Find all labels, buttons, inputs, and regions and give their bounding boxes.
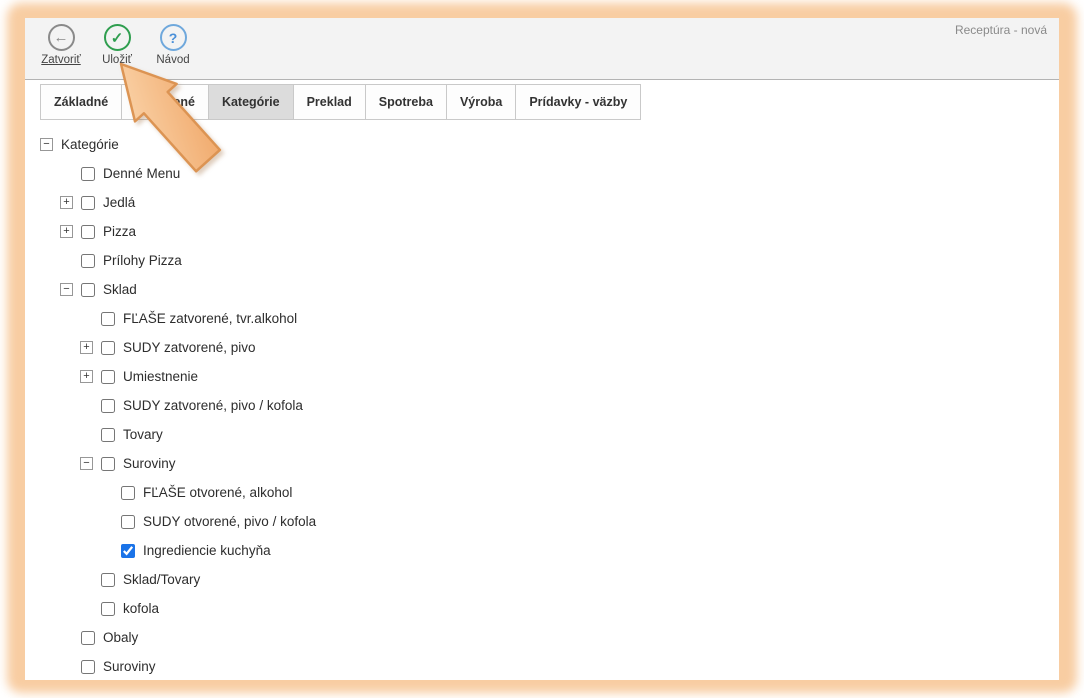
tree-item-label[interactable]: Tovary — [123, 427, 163, 442]
expand-icon[interactable] — [80, 370, 93, 383]
question-icon: ? — [160, 24, 187, 51]
tree-checkbox[interactable] — [81, 631, 95, 645]
tree-row: SUDY zatvorené, pivo / kofola — [25, 391, 1059, 420]
tree-row: Tovary — [25, 420, 1059, 449]
expand-icon[interactable] — [60, 225, 73, 238]
tree-checkbox[interactable] — [101, 457, 115, 471]
page-title: Receptúra - nová — [955, 23, 1047, 37]
tree-checkbox[interactable] — [101, 602, 115, 616]
tree-item-label[interactable]: Ingrediencie kuchyňa — [143, 543, 271, 558]
tree-row: Kategórie — [25, 130, 1059, 159]
tree-checkbox[interactable] — [101, 428, 115, 442]
tree-item-label[interactable]: FĽAŠE zatvorené, tvr.alkohol — [123, 311, 297, 326]
tree-checkbox[interactable] — [101, 573, 115, 587]
expand-icon[interactable] — [60, 196, 73, 209]
tab-bar: Základné Rozšírené Kategórie Preklad Spo… — [40, 84, 1059, 120]
tree-item-label[interactable]: Sklad/Tovary — [123, 572, 200, 587]
toolbar: ← Zatvoriť ✓ Uložiť ? Návod Receptúra - … — [25, 18, 1059, 80]
tree-item-label[interactable]: Suroviny — [103, 659, 156, 674]
tree-item-label[interactable]: Prílohy Pizza — [103, 253, 182, 268]
tree-checkbox[interactable] — [121, 486, 135, 500]
tree-item-label[interactable]: Umiestnenie — [123, 369, 198, 384]
tree-row: SUDY otvorené, pivo / kofola — [25, 507, 1059, 536]
tree-row: Umiestnenie — [25, 362, 1059, 391]
tree-row: kofola — [25, 594, 1059, 623]
tree-item-label[interactable]: Jedlá — [103, 195, 135, 210]
help-button[interactable]: ? Návod — [145, 24, 201, 66]
close-button[interactable]: ← Zatvoriť — [33, 24, 89, 66]
tree-item-label[interactable]: Pizza — [103, 224, 136, 239]
tree-row: Suroviny — [25, 652, 1059, 681]
tree-row: SUDY zatvorené, pivo — [25, 333, 1059, 362]
save-button[interactable]: ✓ Uložiť — [89, 24, 145, 66]
tab-vyroba[interactable]: Výroba — [446, 84, 516, 120]
tree-checkbox[interactable] — [81, 254, 95, 268]
tree-item-label[interactable]: kofola — [123, 601, 159, 616]
tree-checkbox[interactable] — [81, 167, 95, 181]
tab-pridavky-vazby[interactable]: Prídavky - väzby — [515, 84, 641, 120]
tree-item-label[interactable]: Suroviny — [123, 456, 176, 471]
tab-preklad[interactable]: Preklad — [293, 84, 366, 120]
category-tree: Kategórie Denné Menu Jedlá Pizza Prílohy… — [25, 130, 1059, 681]
tree-row: FĽAŠE zatvorené, tvr.alkohol — [25, 304, 1059, 333]
tree-checkbox[interactable] — [101, 399, 115, 413]
tree-row: Suroviny — [25, 449, 1059, 478]
check-icon: ✓ — [104, 24, 131, 51]
tree-checkbox[interactable] — [101, 312, 115, 326]
tree-item-label[interactable]: Sklad — [103, 282, 137, 297]
close-button-label: Zatvoriť — [41, 54, 80, 66]
collapse-icon[interactable] — [40, 138, 53, 151]
tree-row: Jedlá — [25, 188, 1059, 217]
tree-row: Ingrediencie kuchyňa — [25, 536, 1059, 565]
tree-row: Obaly — [25, 623, 1059, 652]
tree-checkbox[interactable] — [81, 196, 95, 210]
tree-row: Pizza — [25, 217, 1059, 246]
collapse-icon[interactable] — [80, 457, 93, 470]
tree-item-label[interactable]: SUDY zatvorené, pivo / kofola — [123, 398, 303, 413]
tree-row: FĽAŠE otvorené, alkohol — [25, 478, 1059, 507]
tree-checkbox[interactable] — [81, 660, 95, 674]
tree-checkbox[interactable] — [121, 515, 135, 529]
tree-checkbox[interactable] — [101, 370, 115, 384]
tree-item-label: Kategórie — [61, 137, 119, 152]
tab-spotreba[interactable]: Spotreba — [365, 84, 447, 120]
app-window: ← Zatvoriť ✓ Uložiť ? Návod Receptúra - … — [25, 18, 1059, 680]
tree-item-label[interactable]: Obaly — [103, 630, 138, 645]
tab-kategorie[interactable]: Kategórie — [208, 84, 294, 120]
tree-item-label[interactable]: Denné Menu — [103, 166, 180, 181]
tree-item-label[interactable]: SUDY otvorené, pivo / kofola — [143, 514, 316, 529]
tree-checkbox[interactable] — [81, 225, 95, 239]
save-button-label: Uložiť — [102, 54, 132, 66]
back-arrow-icon: ← — [48, 24, 75, 51]
tab-zakladne[interactable]: Základné — [40, 84, 122, 120]
tree-row: Prílohy Pizza — [25, 246, 1059, 275]
tree-item-label[interactable]: SUDY zatvorené, pivo — [123, 340, 256, 355]
collapse-icon[interactable] — [60, 283, 73, 296]
tree-row: Sklad — [25, 275, 1059, 304]
tree-checkbox[interactable] — [121, 544, 135, 558]
expand-icon[interactable] — [80, 341, 93, 354]
tree-checkbox[interactable] — [81, 283, 95, 297]
tree-item-label[interactable]: FĽAŠE otvorené, alkohol — [143, 485, 292, 500]
tree-checkbox[interactable] — [101, 341, 115, 355]
tab-rozsirene[interactable]: Rozšírené — [121, 84, 209, 120]
tree-row: Sklad/Tovary — [25, 565, 1059, 594]
tree-row: Denné Menu — [25, 159, 1059, 188]
help-button-label: Návod — [156, 54, 189, 66]
